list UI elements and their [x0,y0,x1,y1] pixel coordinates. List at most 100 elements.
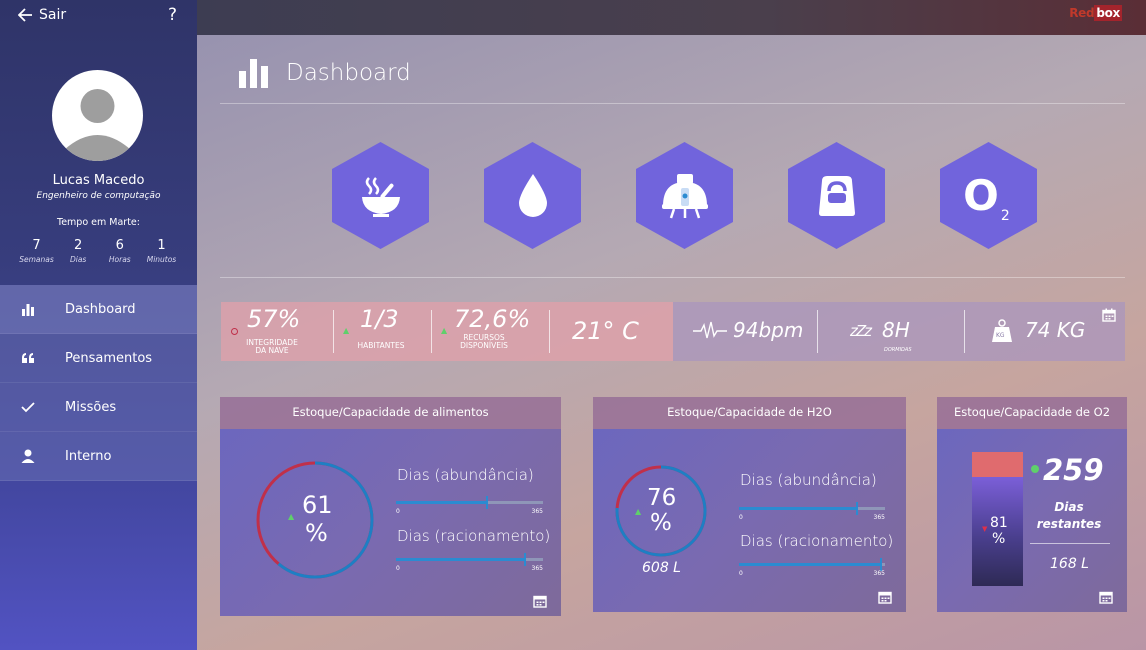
card-body: ▲ 61 % Dias (abundância) 0 365 Dias (rac… [220,429,561,616]
counter-value: 2 [74,238,83,253]
calendar-icon[interactable] [1102,308,1116,322]
slider-label: Dias (abundância) [397,466,534,484]
weight-stat: KG 74 KG [965,302,1125,361]
card-body: ▲ 76 % 608 L Dias (abundância) 0 365 Dia… [593,429,906,612]
user-silhouette-icon [64,89,131,161]
slider-thumb[interactable] [856,502,859,515]
quote-icon [19,349,37,367]
divider [220,277,1125,278]
counter-value: 7 [32,238,41,253]
calendar-icon[interactable] [878,590,892,604]
weight-icon [788,142,885,249]
sleep-value: 8H [882,318,910,342]
heart-rate-stat: 94bpm [673,302,817,361]
abundance-days-slider[interactable]: 0 365 [396,496,543,515]
sidebar: Sair ? Lucas Macedo Engenheiro de comput… [0,0,197,650]
resources-value: 72,6% [454,305,531,333]
food-bowl-icon [332,142,429,249]
counter-value: 6 [115,238,124,253]
temperature-stat: 21° C [550,302,673,361]
user-name: Lucas Macedo [52,173,145,188]
oxygen-category-button[interactable]: O 2 [940,142,1037,249]
brand-part1: Red [1069,6,1095,20]
back-label: Sair [39,7,67,23]
days-label-line2: restantes [1036,517,1102,531]
integrity-label: INTEGRIDADE DA NAVE [239,339,305,355]
avatar[interactable] [52,70,143,161]
status-arrow-green: ▲ [343,326,350,335]
resources-stat: ▲ 72,6% RECURSOS DISPONÍVEIS [432,302,548,361]
help-button[interactable]: ? [168,5,177,25]
bar-chart-icon [239,59,268,88]
slider-fill [739,507,858,510]
mars-time-counters: 7 Semanas 2 Dias 6 Horas 1 Minutos [16,238,182,264]
days-remaining-value: 259 [1043,453,1104,487]
slider-min: 0 [396,508,400,515]
food-stock-card: Estoque/Capacidade de alimentos ▲ 61 % D… [220,397,561,616]
slider-min: 0 [739,570,743,577]
oxygen-icon: O 2 [940,142,1037,249]
weight-category-button[interactable] [788,142,885,249]
food-category-button[interactable] [332,142,429,249]
slider-min: 0 [396,565,400,572]
counter-unit: Horas [108,255,131,264]
ship-status-panel: 57% INTEGRIDADE DA NAVE ▲ 1/3 HABITANTES … [221,302,673,361]
counter-days: 2 Dias [58,238,99,264]
resources-label-line2: DISPONÍVEIS [460,341,508,350]
sidebar-item-missoes[interactable]: Missões [0,383,197,432]
divider [220,103,1125,104]
calendar-icon[interactable] [533,594,547,608]
abundance-days-slider[interactable]: 0 365 [739,502,885,521]
counter-unit: Minutos [146,255,177,264]
calendar-icon[interactable] [1099,590,1113,604]
person-icon [19,447,37,465]
sidebar-item-pensamentos[interactable]: Pensamentos [0,334,197,383]
slider-min: 0 [739,514,743,521]
counter-unit: Dias [69,255,87,264]
sleep-stat: zZz 8H DORMIDAS [818,302,963,361]
slider-thumb[interactable] [486,496,489,509]
slider-thumb[interactable] [524,553,527,566]
counter-minutes: 1 Minutos [141,238,182,264]
card-body: ▼ 81 % 259 Dias restantes 168 L [937,429,1127,612]
level-arrow-down: ▼ [982,525,988,533]
card-title: Estoque/Capacidade de H2O [593,397,906,429]
inhabitants-stat: ▲ 1/3 HABITANTES [334,302,430,361]
sleep-zz-icon: zZz [850,322,872,340]
back-button[interactable]: Sair [18,7,66,23]
weight-scale-icon [992,319,1012,342]
resources-label: RECURSOS DISPONÍVEIS [446,334,522,350]
gauge-value: 61 [302,491,333,519]
gauge-arrow-up: ▲ [635,507,642,516]
habitat-module-icon [636,142,733,249]
water-category-button[interactable] [484,142,581,249]
status-dot-red [231,328,238,335]
brand-logo: Red box [1069,5,1122,21]
gauge-percent: % [305,519,328,547]
habitat-category-button[interactable] [636,142,733,249]
brand-part2: box [1094,5,1122,21]
rationing-days-slider[interactable]: 0 365 [739,558,885,577]
counter-value: 1 [157,238,166,253]
mars-time-title: Tempo em Marte: [57,217,140,228]
category-buttons: O 2 [332,142,1037,249]
sidebar-item-dashboard[interactable]: Dashboard [0,285,197,334]
sidebar-nav: Dashboard Pensamentos Missões Interno [0,285,197,481]
oxygen-level-percent: % [992,531,1006,547]
integrity-stat: 57% INTEGRIDADE DA NAVE [221,302,333,361]
sidebar-topbar: Sair ? [18,5,183,25]
integrity-label-line2: DA NAVE [255,346,289,355]
counter-hours: 6 Horas [99,238,140,264]
gauge-volume: 608 L [642,560,681,576]
water-stock-card: Estoque/Capacidade de H2O ▲ 76 % 608 L D… [593,397,906,612]
slider-max: 365 [531,565,543,572]
top-header: Red box [197,0,1146,35]
sidebar-item-interno[interactable]: Interno [0,432,197,481]
rationing-days-slider[interactable]: 0 365 [396,553,543,572]
page-title: Dashboard [238,58,411,88]
heartbeat-icon [693,321,727,339]
sidebar-item-label: Dashboard [65,301,136,317]
oxygen-volume: 168 L [1050,556,1089,572]
card-title: Estoque/Capacidade de O2 [937,397,1127,429]
slider-fill [396,558,526,561]
